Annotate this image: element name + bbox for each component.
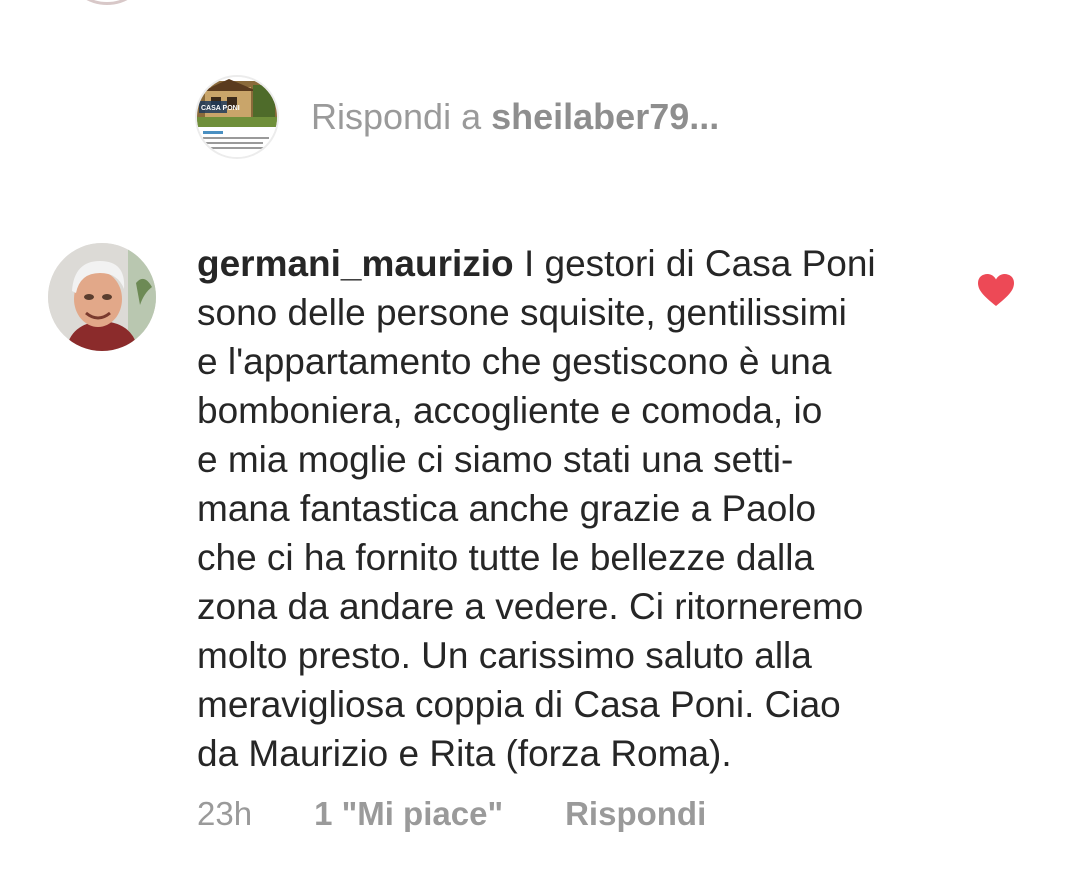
comment-line: sono delle persone squisite, gentilissim…: [197, 292, 847, 333]
reply-target-handle: sheilaber79...: [491, 96, 720, 137]
reply-button[interactable]: Rispondi: [565, 795, 706, 833]
reply-prompt-text[interactable]: Rispondi a sheilaber79...: [311, 96, 719, 138]
comment-meta: 23h 1 "Mi piace" Rispondi: [197, 795, 706, 833]
comment-username[interactable]: germani_maurizio: [197, 243, 514, 284]
comment-text: germani_maurizio I gestori di Casa Poni …: [197, 239, 957, 778]
svg-text:CASA PONI: CASA PONI: [201, 105, 240, 112]
reply-target-avatar[interactable]: CASA PONI: [195, 75, 279, 159]
comment-thread: CASA PONI Rispondi a sheilaber79... germ…: [0, 0, 1080, 890]
comment-line: I gestori di Casa Poni: [523, 243, 876, 284]
reply-prompt[interactable]: CASA PONI Rispondi a sheilaber79...: [195, 74, 719, 160]
commenter-photo: [48, 243, 156, 351]
like-heart-icon[interactable]: [977, 273, 1015, 307]
previous-comment-avatar[interactable]: [72, 0, 142, 5]
comment-line: e l'appartamento che gestiscono è una: [197, 341, 832, 382]
comment-line: bomboniera, accogliente e comoda, io: [197, 390, 823, 431]
comment-line: che ci ha fornito tutte le bellezze dall…: [197, 537, 815, 578]
comment-line: e mia moglie ci siamo stati una setti-: [197, 439, 794, 480]
comment-line: da Maurizio e Rita (forza Roma).: [197, 733, 732, 774]
comment-line: zona da andare a vedere. Ci ritorneremo: [197, 586, 864, 627]
comment-likes-count[interactable]: 1 "Mi piace": [314, 795, 503, 833]
comment-timestamp: 23h: [197, 795, 253, 832]
commenter-avatar[interactable]: [48, 243, 156, 351]
reply-prompt-prefix: Rispondi a: [311, 96, 482, 137]
comment-line: mana fantastica anche grazie a Paolo: [197, 488, 817, 529]
comment-line: molto presto. Un carissimo saluto alla: [197, 635, 812, 676]
casa-poni-logo-image: CASA PONI: [197, 77, 277, 157]
comment-line: meravigliosa coppia di Casa Poni. Ciao: [197, 684, 841, 725]
